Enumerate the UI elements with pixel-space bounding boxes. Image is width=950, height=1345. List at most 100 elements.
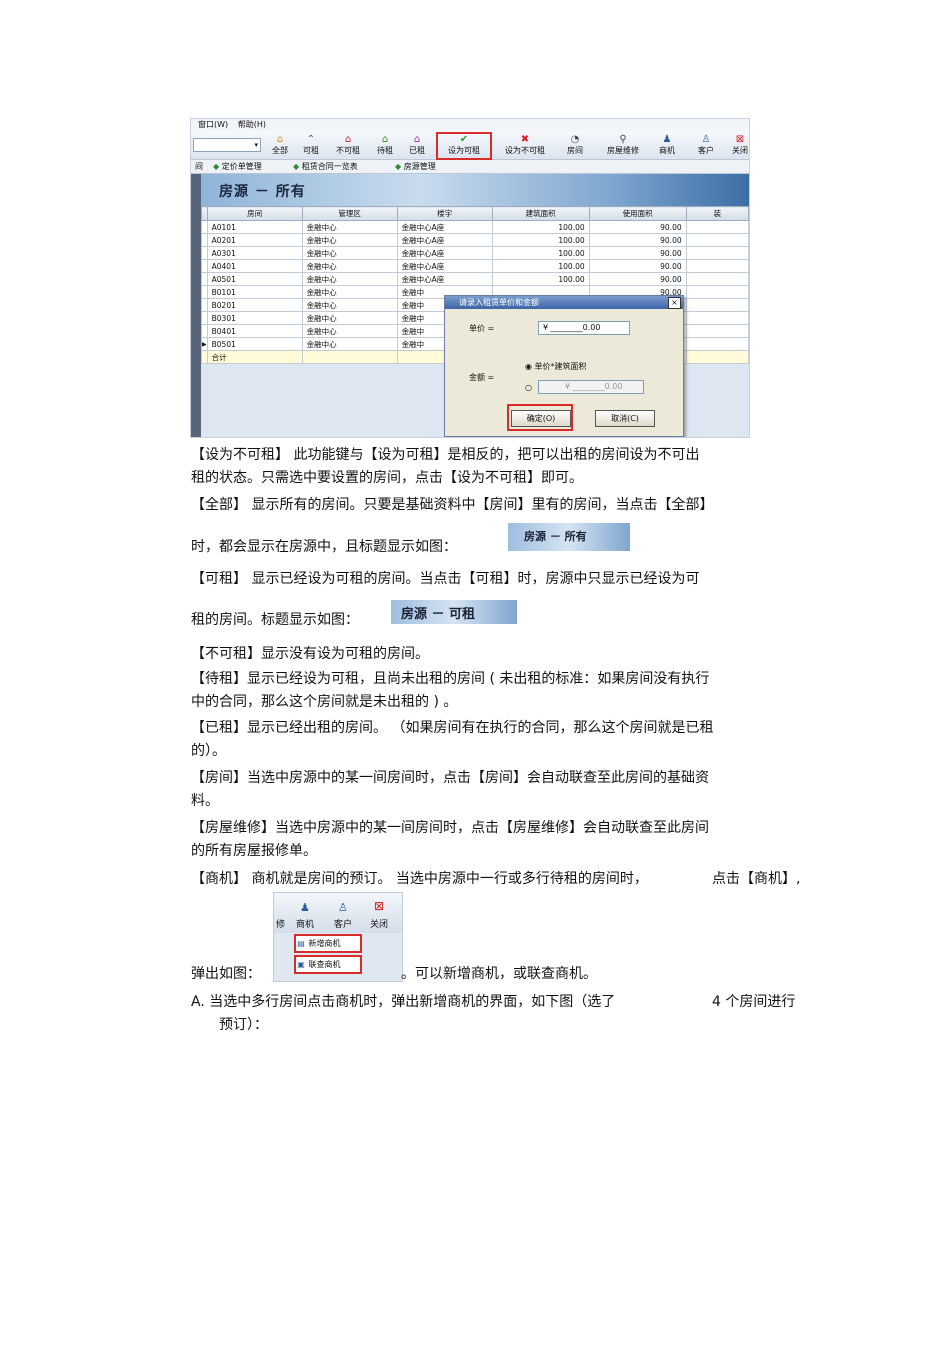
table-cell: A0501 <box>206 272 303 286</box>
price-value: ¥ ________0.00 <box>543 323 601 332</box>
table-row[interactable]: A0201 金融中心 金融中心A座 100.00 90.00 <box>201 233 749 247</box>
toolbar-all-button[interactable]: ⌂ 全部 <box>267 134 293 158</box>
toolbar-room-button[interactable]: ◔ 房间 <box>563 134 587 158</box>
toolbar-rentable-button[interactable]: ⌃ 可租 <box>299 134 323 158</box>
dialog-title-bar: 请录入租赁单价和金额 × <box>445 296 683 309</box>
mini-repair-label: 修 <box>276 920 286 930</box>
chevron-down-icon: ▾ <box>254 141 258 149</box>
table-cell <box>685 285 749 299</box>
table-cell: A0301 <box>206 246 303 260</box>
cancel-button[interactable]: 取消(C) <box>595 410 655 427</box>
table-row[interactable]: A0301 金融中心 金融中心A座 100.00 90.00 <box>201 246 749 260</box>
tab-lease-list[interactable]: ◆ 租赁合同一览表 <box>289 160 362 173</box>
table-cell: 金融中心 <box>301 259 398 273</box>
table-cell: A0401 <box>206 259 303 273</box>
table-cell: 金融中心 <box>301 324 398 338</box>
toolbar-opportunity-button[interactable]: ♟ 商机 <box>655 134 679 158</box>
para-room-1: 【房间】当选中房源中的某一间房间时，点击【房间】会自动联查至此房间的基础资 <box>191 770 709 786</box>
tab-housing[interactable]: ◆ 房源管理 <box>391 160 440 173</box>
tab-bar: 间 ◆ 定价单管理 ◆ 租赁合同一览表 ◆ 房源管理 <box>191 160 749 174</box>
amount-value: ¥ ________0.00 <box>565 382 623 391</box>
para-opportunity-1b: 点击【商机】, <box>712 871 801 887</box>
table-cell: 90.00 <box>588 259 687 273</box>
table-cell: 金融中心 <box>301 272 398 286</box>
table-cell <box>685 233 749 247</box>
table-cell: B0201 <box>206 298 303 312</box>
radio-price-area[interactable]: ◉ 单价*建筑面积 <box>525 361 587 372</box>
title-image-all: 房源 － 所有 <box>508 523 630 551</box>
cross-icon: ✖ <box>520 134 530 145</box>
table-row[interactable]: A0501 金融中心 金融中心A座 100.00 90.00 <box>201 272 749 286</box>
toolbar-customer-button[interactable]: ♙ 客户 <box>694 134 718 158</box>
table-cell <box>685 298 749 312</box>
toolbar-set-unrentable-button[interactable]: ✖ 设为不可租 <box>497 134 553 158</box>
table-cell <box>685 337 749 351</box>
ok-highlight <box>507 404 573 431</box>
table-cell: 90.00 <box>588 272 687 286</box>
col-building[interactable]: 楼宇 <box>396 206 493 221</box>
table-row[interactable]: A0101 金融中心 金融中心A座 100.00 90.00 <box>201 220 749 234</box>
query-doc-icon: ▣ <box>297 960 305 969</box>
tab-pricing[interactable]: ◆ 定价单管理 <box>209 160 266 173</box>
dialog-title: 请录入租赁单价和金额 <box>459 298 539 307</box>
table-cell: 金融中心 <box>301 337 398 351</box>
para-item-a-1: A. 当选中多行房间点击商机时，弹出新增商机的界面，如下图（选了 <box>191 994 616 1010</box>
table-cell: 金融中心A座 <box>396 246 493 260</box>
title-image-rentable-text: 房源 － 可租 <box>401 607 476 622</box>
table-row[interactable]: A0401 金融中心 金融中心A座 100.00 90.00 <box>201 259 749 273</box>
table-cell: 金融中心 <box>301 220 398 234</box>
toolbar-set-rentable-button[interactable]: ✔ 设为可租 <box>436 132 492 160</box>
table-cell: 金融中心A座 <box>396 220 493 234</box>
table-cell <box>685 220 749 234</box>
menu-query-opportunity-label: 联查商机 <box>308 960 341 969</box>
table-cell: 金融中心 <box>301 246 398 260</box>
table-cell: A0101 <box>206 220 303 234</box>
col-gross-area[interactable]: 建筑面积 <box>491 206 590 221</box>
col-area[interactable]: 管理区 <box>301 206 398 221</box>
amount-input[interactable]: ¥ ________0.00 <box>538 380 644 394</box>
para-unrentable: 【不可租】显示没有设为可租的房间。 <box>191 646 429 662</box>
tab-prev[interactable]: 间 <box>191 160 207 173</box>
col-usable-area[interactable]: 使用面积 <box>588 206 687 221</box>
table-cell: B0501 <box>206 337 303 351</box>
area-select[interactable]: ▾ <box>193 138 261 152</box>
toolbar-repair-button[interactable]: ⚲ 房屋维修 <box>601 134 645 158</box>
table-cell <box>685 246 749 260</box>
dialog-close-icon[interactable]: × <box>668 297 681 309</box>
para-opportunity-1: 【商机】 商机就是房间的预订。 当选中房源中一行或多行待租的房间时， <box>191 871 648 887</box>
menu-query-opportunity[interactable]: ▣ 联查商机 <box>294 955 362 974</box>
table-cell: 金融中心A座 <box>396 272 493 286</box>
toolbar-close-button[interactable]: ⊠ 关闭 <box>729 134 749 158</box>
close-icon: ⊠ <box>735 134 745 145</box>
table-cell: 金融中心 <box>301 233 398 247</box>
para-popup-2: 。可以新增商机，或联查商机。 <box>401 966 597 982</box>
table-cell: 金融中心 <box>301 285 398 299</box>
tab-lease-list-label: 租赁合同一览表 <box>301 162 358 171</box>
para-room-2: 料。 <box>191 793 219 809</box>
col-decoration[interactable]: 装 <box>685 206 749 221</box>
menu-window[interactable]: 窗口(W) <box>198 120 228 129</box>
toolbar-pending-button[interactable]: ⌂ 待租 <box>373 134 397 158</box>
tab-pricing-label: 定价单管理 <box>221 162 262 171</box>
table-cell: B0401 <box>206 324 303 338</box>
price-input[interactable]: ¥ ________0.00 <box>538 321 630 335</box>
left-shade <box>191 174 201 437</box>
table-cell: B0101 <box>206 285 303 299</box>
col-room[interactable]: 房间 <box>206 206 303 221</box>
table-cell: 90.00 <box>588 246 687 260</box>
people-icon: ♟ <box>662 134 672 145</box>
table-cell <box>685 350 749 364</box>
menu-help[interactable]: 帮助(H) <box>238 120 266 129</box>
para-rented-1: 【已租】显示已经出租的房间。 （如果房间有在执行的合同，那么这个房间就是已租 <box>191 720 714 736</box>
para-repair-2: 的所有房屋报修单。 <box>191 843 317 859</box>
radio-amount[interactable]: ○ <box>525 383 532 392</box>
toolbar-rented-button[interactable]: ⌂ 已租 <box>405 134 429 158</box>
price-label: 单价 = <box>469 324 495 333</box>
menu-new-opportunity[interactable]: ▤ 新增商机 <box>294 934 362 953</box>
toolbar-unrentable-button[interactable]: ⌂ 不可租 <box>331 134 365 158</box>
para-set-unrentable-1: 【设为不可租】 此功能键与【设为可租】是相反的，把可以出租的房间设为不可出 <box>191 447 700 463</box>
banner-title: 房源 － 所有 <box>219 184 306 200</box>
housing-banner: 房源 － 所有 <box>201 174 749 206</box>
para-item-a-2: 预订）： <box>219 1017 268 1033</box>
table-cell: 金融中心 <box>301 298 398 312</box>
